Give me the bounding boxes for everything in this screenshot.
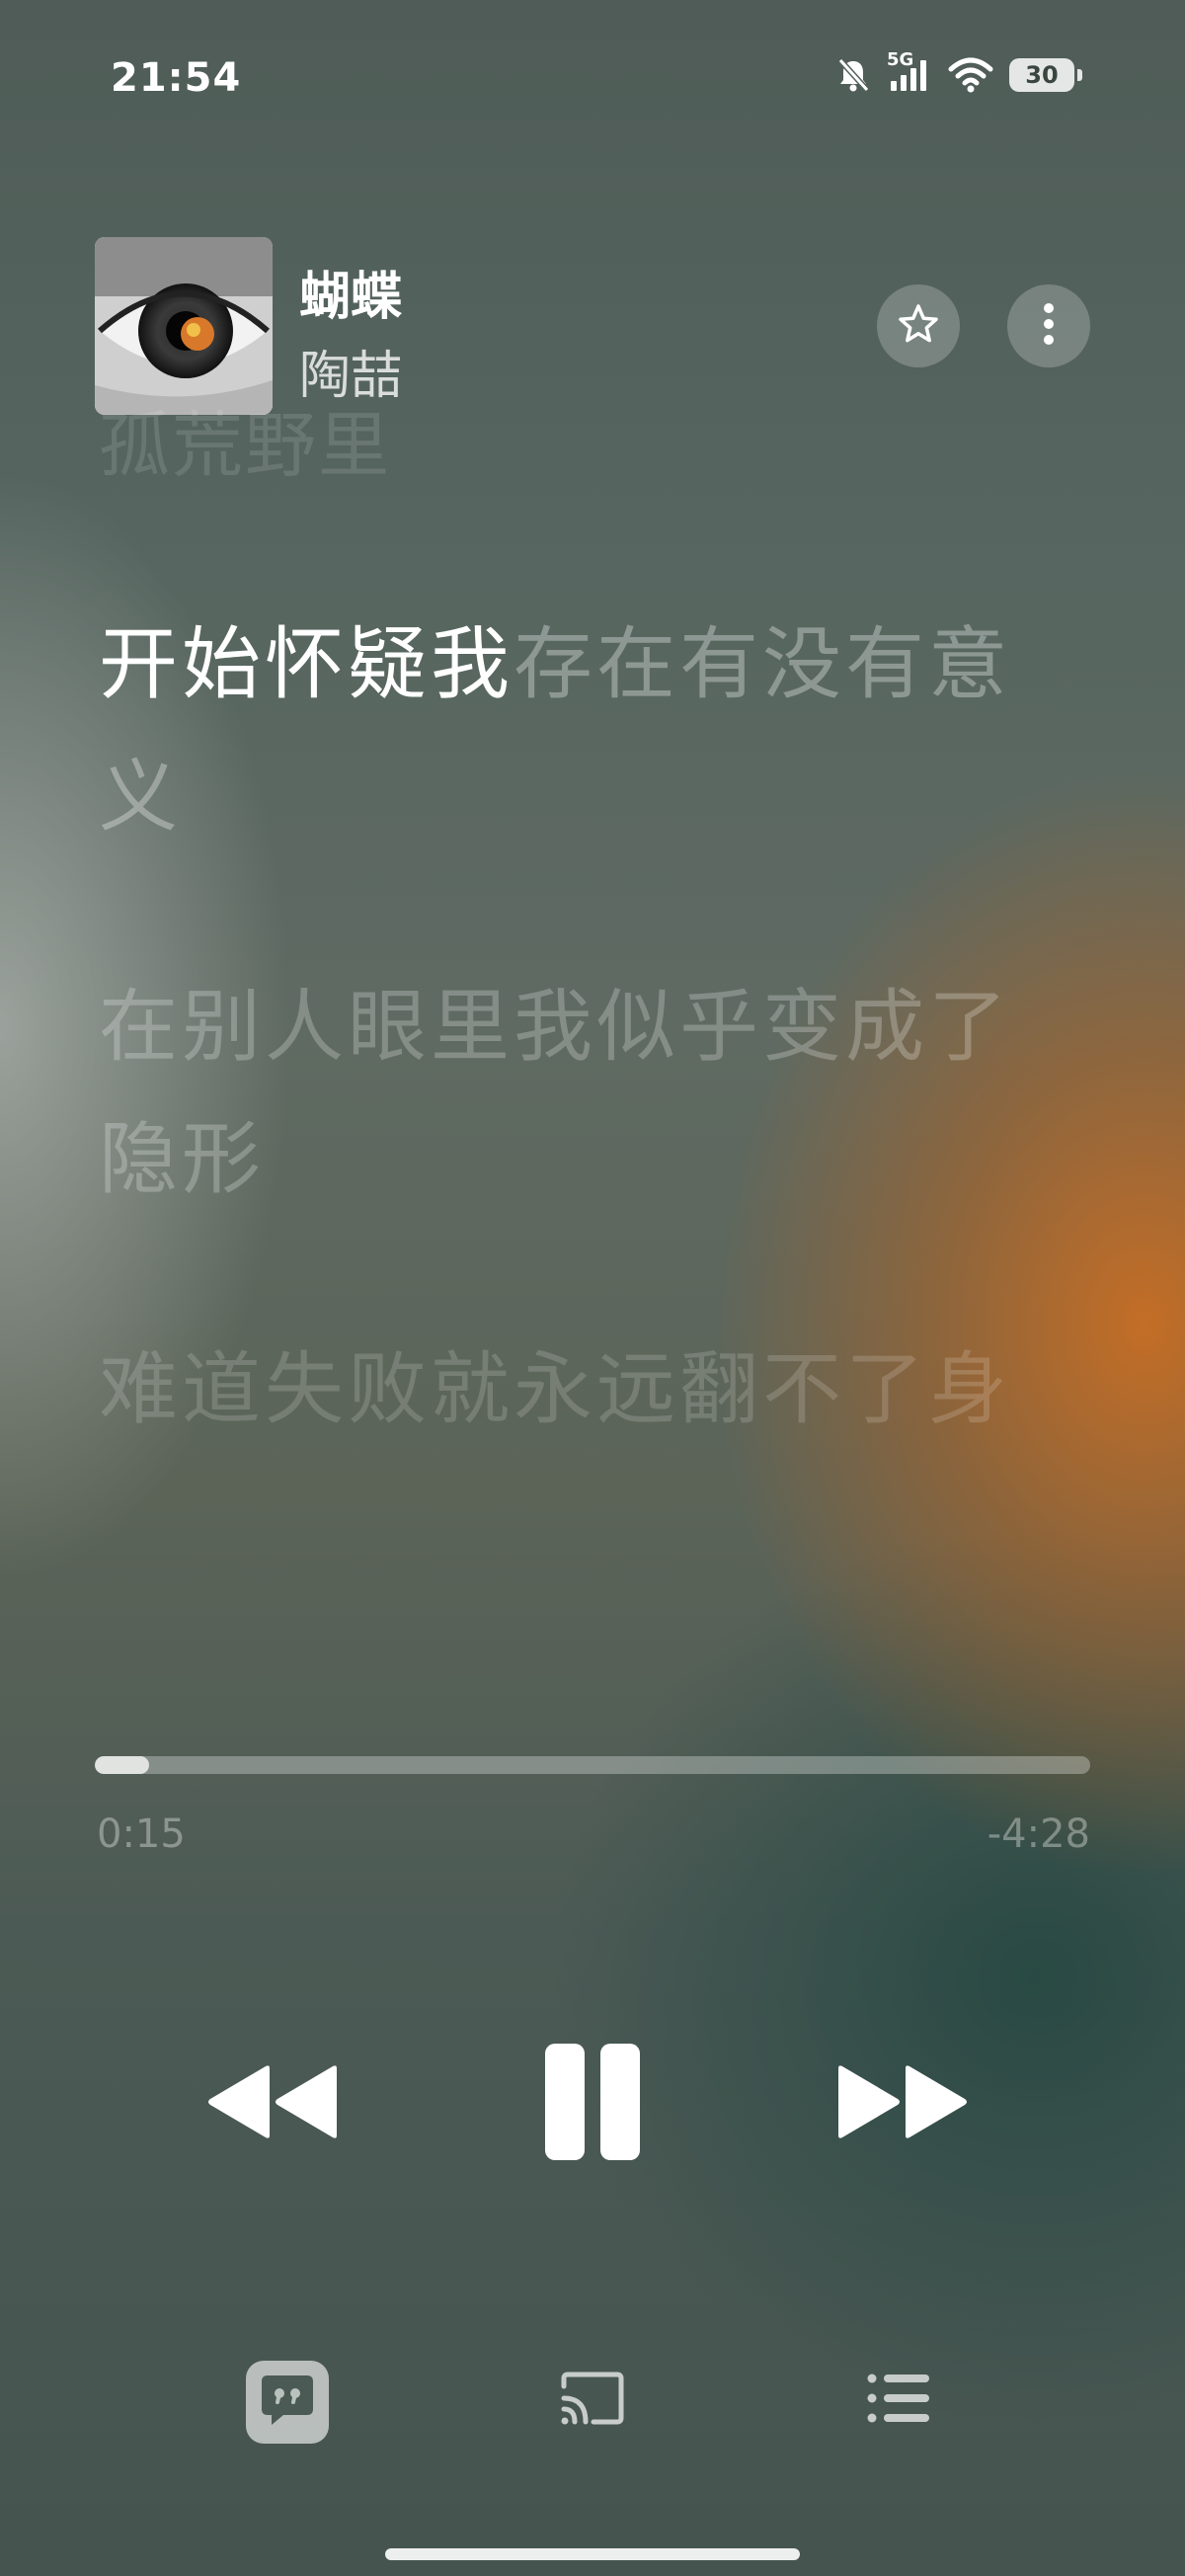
status-time: 21:54 <box>111 55 242 101</box>
lyric-next-line[interactable]: 在别人眼里我似乎变成了隐形 <box>99 961 1047 1226</box>
lyric-current-line[interactable]: 开始怀疑我存在有没有意义 <box>99 599 1047 863</box>
more-vertical-icon <box>1039 299 1059 353</box>
fast-forward-icon <box>834 2062 973 2145</box>
lyrics-toggle-button[interactable] <box>246 2361 329 2444</box>
pause-button[interactable] <box>533 2035 652 2173</box>
queue-button[interactable] <box>859 2366 938 2435</box>
song-artist[interactable]: 陶喆 <box>299 334 402 408</box>
queue-list-icon <box>866 2371 931 2430</box>
album-eye-image <box>95 237 273 415</box>
rewind-icon <box>202 2062 341 2145</box>
fast-forward-button[interactable] <box>830 2054 978 2153</box>
lyric-previous-line[interactable]: 孤荒野里 <box>99 409 391 482</box>
more-options-button[interactable] <box>1007 284 1090 367</box>
lyric-following-line[interactable]: 难道失败就永远翻不了身 <box>99 1324 1047 1456</box>
cast-button[interactable] <box>553 2366 632 2435</box>
song-title: 蝴蝶 <box>299 268 403 327</box>
status-icons: 5G 30 <box>833 49 1082 95</box>
elapsed-time: 0:15 <box>97 1811 186 1857</box>
progress-fill <box>95 1756 150 1774</box>
network-type-label: 5G <box>887 49 914 70</box>
lyrics-quote-icon <box>258 2372 317 2433</box>
cellular-signal-icon: 5G <box>887 49 932 95</box>
playback-progress-bar[interactable] <box>95 1756 1090 1774</box>
lyric-sung-portion: 开始怀疑我 <box>99 618 514 710</box>
rewind-button[interactable] <box>198 2054 346 2153</box>
album-art[interactable] <box>95 237 273 415</box>
wifi-icon <box>948 55 993 95</box>
now-playing-screen: 21:54 5G 30 蝴蝶 陶喆 孤荒野里 开始怀疑我存在有没有意义 在别人眼… <box>0 0 1185 2576</box>
pause-icon <box>543 2042 642 2166</box>
remaining-time: -4:28 <box>987 1811 1090 1857</box>
home-indicator[interactable] <box>385 2548 800 2560</box>
cast-icon <box>558 2369 627 2432</box>
star-icon <box>896 301 941 351</box>
battery-indicator: 30 <box>1009 58 1082 92</box>
bell-muted-icon <box>833 55 873 95</box>
favorite-button[interactable] <box>877 284 960 367</box>
